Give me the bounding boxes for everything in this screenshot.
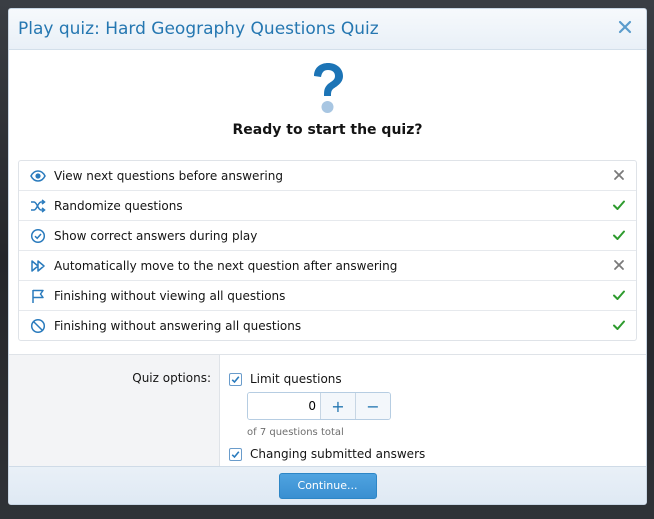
limit-questions-label: Limit questions	[250, 372, 342, 386]
question-limit-stepper: + −	[247, 392, 391, 420]
changing-answers-option[interactable]: Changing submitted answers	[229, 446, 646, 462]
cross-icon	[614, 170, 624, 180]
dialog-footer: Continue...	[9, 466, 646, 504]
cross-icon	[614, 260, 624, 270]
continue-button[interactable]: Continue...	[278, 472, 377, 499]
rule-auto-advance: Automatically move to the next question …	[19, 250, 636, 280]
minus-icon: −	[366, 396, 380, 416]
quiz-options-body: Limit questions + − of 7 questions total…	[220, 355, 646, 469]
prohibited-icon	[30, 318, 46, 334]
eye-icon	[30, 168, 46, 184]
rule-label: Finishing without answering all question…	[54, 318, 302, 333]
rule-randomize-questions: Randomize questions	[19, 190, 636, 220]
rule-label: Show correct answers during play	[54, 228, 258, 243]
changing-answers-label: Changing submitted answers	[250, 447, 426, 461]
hero-section: Ready to start the quiz?	[9, 50, 646, 138]
quiz-rules-list: View next questions before answering Ran…	[18, 160, 637, 341]
dialog-title: Play quiz: Hard Geography Questions Quiz	[18, 19, 379, 39]
changing-answers-checkbox[interactable]	[229, 447, 242, 461]
questions-total-hint: of 7 questions total	[247, 427, 344, 438]
checkmark-icon	[613, 200, 625, 210]
question-limit-input[interactable]	[248, 393, 320, 419]
checkmark-icon	[613, 320, 625, 330]
rule-view-next-questions: View next questions before answering	[19, 161, 636, 190]
decrement-button[interactable]: −	[355, 393, 390, 419]
rule-finish-without-viewing: Finishing without viewing all questions	[19, 280, 636, 310]
rule-label: Randomize questions	[54, 198, 183, 213]
dialog-header: Play quiz: Hard Geography Questions Quiz	[9, 9, 646, 50]
checkmark-icon	[613, 230, 625, 240]
rule-label: View next questions before answering	[54, 168, 283, 183]
increment-button[interactable]: +	[320, 393, 355, 419]
rule-show-correct-answers: Show correct answers during play	[19, 220, 636, 250]
checkmark-icon	[613, 290, 625, 300]
checkbox-check-icon	[231, 375, 240, 383]
checkbox-check-icon	[231, 450, 240, 458]
fast-forward-icon	[30, 258, 46, 274]
rule-label: Finishing without viewing all questions	[54, 288, 286, 303]
rule-label: Automatically move to the next question …	[54, 258, 398, 273]
shuffle-icon	[30, 198, 46, 214]
rule-finish-without-answering: Finishing without answering all question…	[19, 310, 636, 340]
quiz-options-section: Quiz options: Limit questions + − of 7 q…	[9, 354, 646, 469]
check-circle-icon	[30, 228, 46, 244]
question-mark-icon	[313, 63, 343, 113]
flag-icon	[30, 288, 46, 304]
close-button[interactable]	[616, 18, 634, 36]
play-quiz-dialog: Play quiz: Hard Geography Questions Quiz…	[8, 8, 647, 505]
ready-heading: Ready to start the quiz?	[232, 122, 423, 138]
close-icon	[618, 20, 632, 34]
limit-questions-checkbox[interactable]	[229, 372, 242, 386]
limit-questions-option[interactable]: Limit questions	[229, 371, 646, 387]
quiz-options-label: Quiz options:	[9, 355, 220, 469]
plus-icon: +	[331, 396, 345, 416]
